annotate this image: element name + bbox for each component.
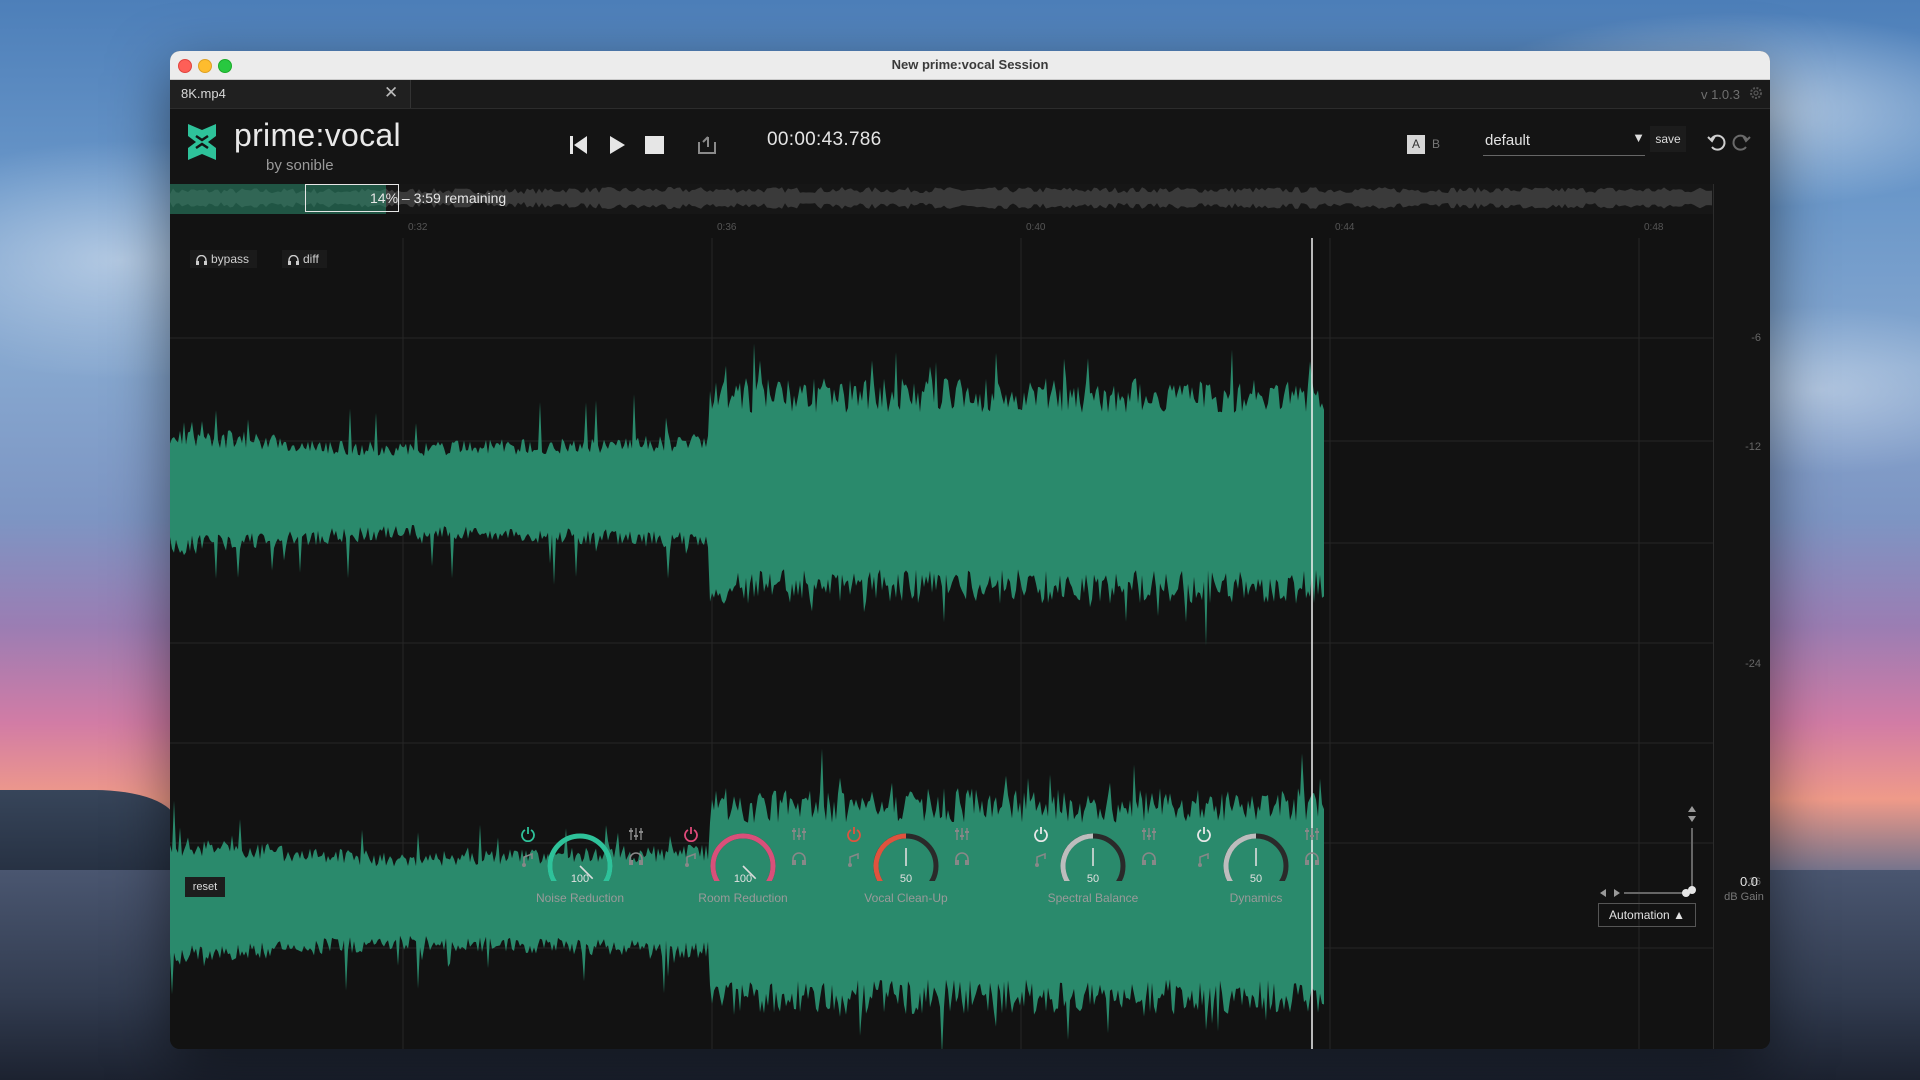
sidechain-note-icon[interactable] [520,851,536,867]
module-name: Room Reduction [698,891,788,905]
bypass-toggle[interactable]: bypass [190,250,258,268]
headphones-icon[interactable] [1141,851,1157,867]
module-dynamics: 50 Dynamics [1196,821,1356,911]
preset-name: default [1485,132,1531,149]
preset-dropdown[interactable]: default ▼ [1483,127,1645,156]
headphones-icon[interactable] [954,851,970,867]
knob-value: 50 [899,873,913,885]
module-name: Noise Reduction [535,891,625,905]
headphones-icon[interactable] [791,851,807,867]
plugin-header: prime:vocal by sonible 00:00:43.786 A B … [170,109,1770,186]
sliders-icon[interactable] [628,826,644,842]
play-icon[interactable] [608,134,626,156]
app-window: New prime:vocal Session 8K.mp4 ✕ v 1.0.3… [170,51,1770,1049]
undo-icon[interactable] [1706,131,1728,153]
module-name: Dynamics [1229,891,1283,905]
timecode: 00:00:43.786 [767,129,882,150]
module-room-reduction: 100 Room Reduction [683,821,843,911]
headphones-icon [196,254,207,265]
db-scale-label: -24 [1745,658,1761,670]
db-scale-label: -12 [1745,441,1761,453]
file-tab[interactable]: 8K.mp4 ✕ [170,80,411,108]
brand-name: prime:vocal [234,117,401,153]
window-title: New prime:vocal Session [891,57,1049,72]
automation-button[interactable]: Automation ▲ [1598,903,1696,927]
ruler-tick: 0:32 [408,222,428,233]
sliders-icon[interactable] [1141,826,1157,842]
gain-slider-horizontal[interactable] [1600,885,1690,901]
headphones-icon[interactable] [628,851,644,867]
module-noise-reduction: 100 Noise Reduction [520,821,680,911]
sidechain-note-icon[interactable] [683,851,699,867]
module-vocal-clean-up: 50 Vocal Clean-Up [846,821,1006,911]
power-icon[interactable] [683,826,699,842]
headphones-icon [288,254,299,265]
db-scale-label: -6 [1751,332,1761,344]
file-tab-label: 8K.mp4 [181,86,226,101]
sliders-icon[interactable] [791,826,807,842]
tab-bar: 8K.mp4 ✕ v 1.0.3 [170,80,1770,109]
title-bar[interactable]: New prime:vocal Session [170,51,1770,80]
chevron-down-icon: ▼ [1632,130,1645,145]
db-scale-panel: -6 -12 -24 -36 [1713,184,1770,1049]
sidechain-note-icon[interactable] [1033,851,1049,867]
headphones-icon[interactable] [1304,851,1320,867]
gain-slider-vertical[interactable] [1686,806,1698,896]
loop-icon[interactable] [696,134,718,156]
sliders-icon[interactable] [1304,826,1320,842]
module-name: Vocal Clean-Up [864,891,948,905]
sliders-icon[interactable] [954,826,970,842]
prime-vocal-logo-icon [188,124,216,160]
gear-icon[interactable] [1748,85,1764,101]
version-label: v 1.0.3 [1700,87,1740,102]
reset-button[interactable]: reset [185,877,225,897]
power-icon[interactable] [1196,826,1212,842]
main-waveform [170,238,1713,1049]
power-icon[interactable] [1033,826,1049,842]
bypass-label: bypass [211,252,250,266]
gain-value: 0.0 [1739,874,1759,889]
sidechain-note-icon[interactable] [846,851,862,867]
gain-label: dB Gain [1724,891,1764,903]
save-button[interactable]: save [1650,126,1686,152]
preset-b-button[interactable]: B [1427,135,1445,154]
time-ruler[interactable]: 0:32 0:36 0:40 0:44 0:48 [170,214,1713,239]
ruler-tick: 0:48 [1644,222,1664,233]
sidechain-note-icon[interactable] [1196,851,1212,867]
stop-icon[interactable] [644,134,666,156]
knob-value: 100 [570,873,590,885]
diff-label: diff [303,252,319,266]
module-name: Spectral Balance [1047,891,1139,905]
redo-icon[interactable] [1730,131,1752,153]
module-spectral-balance: 50 Spectral Balance [1033,821,1193,911]
knob-value: 50 [1249,873,1263,885]
knob-value: 100 [733,873,753,885]
power-icon[interactable] [520,826,536,842]
close-icon[interactable]: ✕ [384,83,398,103]
ruler-tick: 0:40 [1026,222,1046,233]
diff-toggle[interactable]: diff [282,250,327,268]
preset-a-button[interactable]: A [1407,135,1425,154]
ruler-tick: 0:36 [717,222,737,233]
waveform-editor[interactable]: bypass diff [170,238,1713,1049]
overview-waveform[interactable]: 14% – 3:59 remaining [170,184,1713,215]
skip-back-icon[interactable] [569,134,589,156]
ruler-tick: 0:44 [1335,222,1355,233]
processing-progress: 14% – 3:59 remaining [370,190,507,206]
brand-by: by sonible [266,157,334,174]
knob-value: 50 [1086,873,1100,885]
power-icon[interactable] [846,826,862,842]
